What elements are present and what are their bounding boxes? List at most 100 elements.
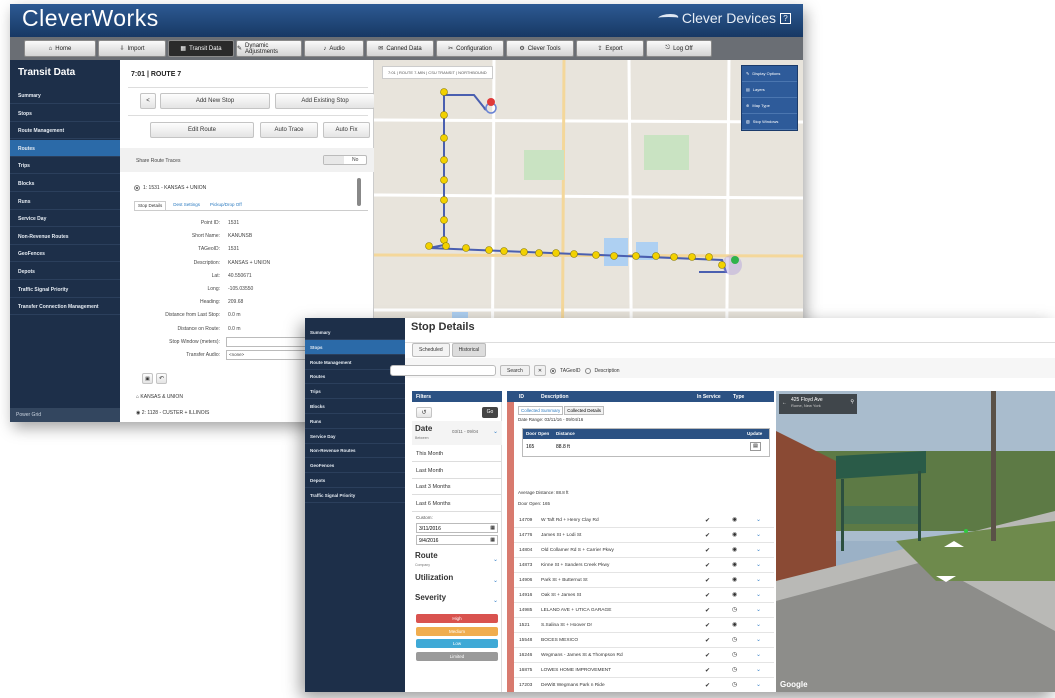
stop-marker[interactable] <box>440 134 448 142</box>
back-button[interactable]: < <box>140 93 156 109</box>
stop-marker[interactable] <box>535 249 543 257</box>
chevron-down-icon[interactable]: ⌄ <box>756 516 761 523</box>
stop-marker[interactable] <box>425 242 433 250</box>
undo-icon[interactable]: ↶ <box>156 373 167 384</box>
table-row[interactable]: 14985 LELAND AVE + UTICA GARAGE ✔ ◷ ⌄ <box>514 603 774 618</box>
table-row[interactable]: 15548 BOCES MEXICO ✔ ◷ ⌄ <box>514 633 774 648</box>
sidebar2-item-trips[interactable]: Trips <box>305 384 405 400</box>
stop-marker[interactable] <box>652 252 660 260</box>
stop-marker[interactable] <box>440 156 448 164</box>
sidebar2-item-stops[interactable]: Stops <box>305 339 405 355</box>
back-arrow-icon[interactable]: ← <box>782 400 787 406</box>
to-date-input[interactable]: 9/4/2016 ▦ <box>416 535 498 545</box>
stop-marker[interactable] <box>610 252 618 260</box>
share-toggle[interactable]: No <box>323 155 367 165</box>
severity-medium-button[interactable]: Medium <box>416 626 498 636</box>
go-button[interactable]: Go <box>482 407 498 418</box>
severity-limited-button[interactable]: Limited <box>416 651 498 661</box>
chevron-down-icon[interactable]: ⌄ <box>756 546 761 553</box>
sidebar-item-geofences[interactable]: GeoFences <box>10 245 120 263</box>
sidebar2-item-blocks[interactable]: Blocks <box>305 399 405 414</box>
search-button[interactable]: Search <box>500 365 530 376</box>
stop-marker[interactable] <box>705 253 713 261</box>
table-row[interactable]: 14776 James St + Lodi St ✔ ◉ ⌄ <box>514 528 774 543</box>
sidebar-item-service-day[interactable]: Service Day <box>10 210 120 228</box>
map-tool-map-type[interactable]: ⊕ Map Type <box>742 98 797 114</box>
stop-tab-stop-details[interactable]: Stop Details <box>134 201 167 210</box>
sidebar2-item-summary[interactable]: Summary <box>305 325 405 340</box>
stop-marker[interactable] <box>440 196 448 204</box>
bottom-stop-2[interactable]: ◉ 2: 1128 - CUSTER + ILLINOIS <box>136 410 209 416</box>
stop-marker[interactable] <box>718 261 726 269</box>
sidebar-item-trips[interactable]: Trips <box>10 157 120 175</box>
table-row[interactable]: 16875 LOWES HOME IMPROVEMENT ✔ ◷ ⌄ <box>514 663 774 678</box>
table-row[interactable]: 1521 S.Salina St + Hoover Dr ✔ ◉ ⌄ <box>514 618 774 633</box>
radio-tageoid[interactable] <box>550 367 557 374</box>
radio-description[interactable] <box>584 367 591 374</box>
add-new-stop-button[interactable]: Add New Stop <box>160 93 270 109</box>
add-existing-stop-button[interactable]: Add Existing Stop <box>275 93 375 109</box>
sidebar-item-runs[interactable]: Runs <box>10 193 120 210</box>
nav-transit-data[interactable]: ▦ Transit Data <box>168 40 234 57</box>
clear-icon[interactable]: ✕ <box>533 365 547 376</box>
help-icon[interactable]: ? <box>780 12 791 24</box>
table-row[interactable]: 17203 DeWitt Wegmans Park n Ride ✔ ◷ ⌄ <box>514 678 774 692</box>
sidebar-item-stops[interactable]: Stops <box>10 105 120 122</box>
tab-collected-summary[interactable]: Collected Summary <box>518 406 564 415</box>
tab-collected-details[interactable]: Collected Details <box>564 406 605 415</box>
end-pin-icon[interactable] <box>487 98 495 106</box>
sidebar2-item-geofences[interactable]: GeoFences <box>305 458 405 474</box>
sidebar2-item-traffic-signal-priority[interactable]: Traffic Signal Priority <box>305 488 405 503</box>
edit-route-button[interactable]: Edit Route <box>150 122 254 138</box>
street-view[interactable]: ← 425 Floyd Ave Rome, New York ⚲ Google <box>776 391 1055 692</box>
stop-marker[interactable] <box>440 88 448 96</box>
stop-marker[interactable] <box>462 244 470 252</box>
stop-marker[interactable] <box>440 176 448 184</box>
tab-historical[interactable]: Historical <box>451 343 487 357</box>
stop-marker[interactable] <box>632 252 640 260</box>
search-input[interactable] <box>390 365 496 376</box>
date-section[interactable]: Date Between 03/11 - 09/04 ⌄ <box>412 421 502 445</box>
sidebar-item-traffic-signal-priority[interactable]: Traffic Signal Priority <box>10 281 120 298</box>
chevron-down-icon[interactable]: ⌄ <box>756 666 761 673</box>
chevron-down-icon[interactable]: ⌄ <box>756 651 761 658</box>
chevron-down-icon[interactable]: ⌄ <box>756 681 761 688</box>
save-icon[interactable]: ▣ <box>142 373 153 384</box>
sidebar-item-non-revenue-routes[interactable]: Non-Revenue Routes <box>10 228 120 245</box>
sidebar-item-routes[interactable]: Routes <box>10 139 120 157</box>
table-row[interactable]: 14916 Oak St + James St ✔ ◉ ⌄ <box>514 588 774 603</box>
date-option-last-3-months[interactable]: Last 3 Months <box>412 479 502 495</box>
chevron-down-icon[interactable]: ⌄ <box>756 636 761 643</box>
table-row[interactable]: 14804 Old Collamer Rd S + Carrier Pkwy ✔ ◉ ⌄ <box>514 543 774 558</box>
date-option-last-month[interactable]: Last Month <box>412 463 502 479</box>
bottom-stop-1[interactable]: ⌂ KANSAS & UNION <box>136 394 183 400</box>
table-row[interactable]: 14873 Kinne St + Sanders Creek Pkwy ✔ ◉ ⌄ <box>514 558 774 573</box>
nav-export[interactable]: ⇪ Export <box>576 40 644 57</box>
nav-import[interactable]: ⇩ Import <box>98 40 166 57</box>
nav-audio[interactable]: ♪ Audio <box>304 40 364 57</box>
chevron-down-icon[interactable]: ⌄ <box>756 591 761 598</box>
auto-trace-button[interactable]: Auto Trace <box>260 122 318 138</box>
stop-marker[interactable] <box>688 253 696 261</box>
sidebar-item-summary[interactable]: Summary <box>10 87 120 104</box>
nav-canned-data[interactable]: ✉ Canned Data <box>366 40 434 57</box>
chevron-down-icon[interactable]: ⌄ <box>756 576 761 583</box>
utilization-filter[interactable]: Utilization ⌄ <box>412 571 502 589</box>
stop-marker[interactable] <box>440 216 448 224</box>
nav-clever-tools[interactable]: ⚙ Clever Tools <box>506 40 574 57</box>
stop-marker[interactable] <box>592 251 600 259</box>
map-tool-stop-windows[interactable]: ▧ Stop Windows <box>742 114 797 130</box>
sidebar2-item-runs[interactable]: Runs <box>305 414 405 429</box>
nav-dynamic-adjustments[interactable]: ✎ Dynamic Adjustments <box>236 40 302 57</box>
map-tool-layers[interactable]: ▤ Layers <box>742 82 797 98</box>
sidebar-item-route-management[interactable]: Route Management <box>10 122 120 140</box>
start-pin-icon[interactable] <box>731 256 739 264</box>
auto-fix-button[interactable]: Auto Fix <box>323 122 370 138</box>
scrollbar[interactable] <box>357 178 361 206</box>
sidebar-item-transfer-connection-management[interactable]: Transfer Connection Management <box>10 298 120 316</box>
tab-scheduled[interactable]: Scheduled <box>412 343 450 357</box>
table-row[interactable]: 14709 W Taft Rd + Henry Clay Rd ✔ ◉ ⌄ <box>514 513 774 528</box>
sidebar2-item-non-revenue-routes[interactable]: Non-Revenue Routes <box>305 443 405 459</box>
sidebar-item-blocks[interactable]: Blocks <box>10 175 120 192</box>
stop-marker[interactable] <box>670 253 678 261</box>
